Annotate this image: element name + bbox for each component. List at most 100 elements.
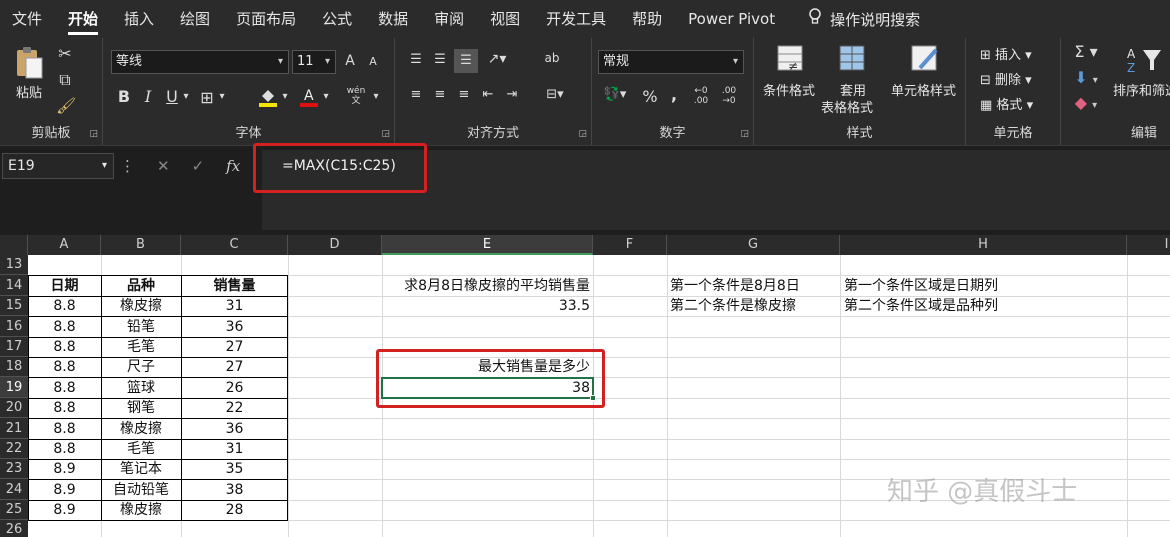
table-cell[interactable]: 8.8: [28, 357, 101, 377]
worksheet-grid[interactable]: A B C D E F G H I 13 14 15 16 17 18 19 2…: [0, 235, 1170, 537]
fill-icon[interactable]: ⬇ ▾: [1071, 68, 1101, 87]
cancel-icon[interactable]: ✕: [157, 157, 170, 175]
align-top-icon[interactable]: ☰: [407, 52, 425, 67]
table-cell[interactable]: 27: [181, 337, 288, 357]
table-cell[interactable]: 8.9: [28, 480, 101, 500]
fill-color-icon[interactable]: [258, 86, 278, 112]
italic-button[interactable]: I: [139, 87, 157, 106]
table-cell[interactable]: 自动铅笔: [101, 480, 181, 500]
table-cell[interactable]: 22: [181, 398, 288, 418]
row-header[interactable]: 20: [0, 398, 28, 418]
row-header[interactable]: 19: [0, 377, 28, 398]
table-cell[interactable]: 8.9: [28, 500, 101, 520]
tab-view[interactable]: 视图: [477, 0, 533, 38]
chevron-down-icon[interactable]: ▾: [371, 91, 381, 102]
format-as-table-icon[interactable]: [838, 44, 868, 74]
row-header[interactable]: 13: [0, 255, 28, 275]
table-cell[interactable]: 8.8: [28, 296, 101, 316]
format-cells-button[interactable]: ▦ 格式 ▾: [980, 94, 1033, 113]
chevron-down-icon[interactable]: ▾: [321, 91, 331, 102]
cell-h14[interactable]: 第一个条件区域是日期列: [844, 276, 998, 296]
table-cell[interactable]: 8.8: [28, 378, 101, 398]
column-header-h[interactable]: H: [840, 235, 1127, 255]
accounting-format-icon[interactable]: 💱▾: [600, 87, 630, 102]
number-format-dropdown[interactable]: 常规 ▾: [598, 50, 744, 74]
name-box[interactable]: E19 ▾: [2, 153, 114, 179]
chevron-down-icon[interactable]: ▾: [217, 91, 227, 102]
format-as-table-line2[interactable]: 表格格式: [821, 97, 873, 116]
column-header-f[interactable]: F: [593, 235, 667, 255]
orientation-icon[interactable]: ↗▾: [485, 51, 509, 67]
column-header-b[interactable]: B: [101, 235, 181, 255]
table-cell[interactable]: 毛笔: [101, 439, 181, 459]
tab-data[interactable]: 数据: [365, 0, 421, 38]
tell-me-search[interactable]: 操作说明搜索: [808, 8, 920, 30]
cell-h15[interactable]: 第二个条件区域是品种列: [844, 296, 998, 316]
paste-button[interactable]: 粘贴: [16, 82, 42, 101]
table-cell[interactable]: 26: [181, 378, 288, 398]
tab-help[interactable]: 帮助: [619, 0, 675, 38]
underline-button[interactable]: U: [163, 87, 181, 106]
tab-review[interactable]: 审阅: [421, 0, 477, 38]
align-middle-icon[interactable]: ☰: [431, 52, 449, 67]
cell-e15[interactable]: 33.5: [382, 296, 593, 316]
table-cell[interactable]: 笔记本: [101, 459, 181, 479]
format-painter-icon[interactable]: 🖌: [56, 96, 76, 115]
table-cell[interactable]: 35: [181, 459, 288, 479]
align-right-icon[interactable]: ≡: [455, 87, 473, 102]
border-icon[interactable]: ⊞: [198, 88, 216, 107]
table-cell[interactable]: 橡皮擦: [101, 296, 181, 316]
chevron-down-icon[interactable]: ▾: [280, 91, 290, 102]
insert-function-icon[interactable]: fx: [226, 157, 240, 175]
percent-style-button[interactable]: %: [642, 87, 658, 106]
tab-file[interactable]: 文件: [0, 0, 55, 38]
more-options-icon[interactable]: ⋮: [120, 157, 135, 175]
font-color-icon[interactable]: A: [299, 86, 319, 112]
font-name-dropdown[interactable]: 等线 ▾: [111, 50, 289, 74]
phonetic-guide-icon[interactable]: wén 文: [345, 86, 367, 106]
table-cell[interactable]: 8.8: [28, 419, 101, 439]
table-header-date[interactable]: 日期: [28, 276, 101, 296]
table-cell[interactable]: 36: [181, 317, 288, 337]
table-cell[interactable]: 铅笔: [101, 317, 181, 337]
chevron-down-icon[interactable]: ▾: [181, 91, 191, 102]
align-bottom-icon[interactable]: ☰: [454, 49, 478, 73]
dialog-launcher-icon[interactable]: ◲: [381, 129, 390, 139]
cell-g14[interactable]: 第一个条件是8月8日: [670, 276, 800, 296]
column-header-c[interactable]: C: [181, 235, 288, 255]
table-cell[interactable]: 31: [181, 439, 288, 459]
row-header[interactable]: 26: [0, 520, 28, 537]
grow-font-icon[interactable]: A: [341, 53, 359, 69]
sort-filter-icon[interactable]: AZ: [1125, 44, 1165, 78]
clear-icon[interactable]: ◆ ▾: [1071, 93, 1101, 112]
tab-power-pivot[interactable]: Power Pivot: [675, 0, 788, 38]
dialog-launcher-icon[interactable]: ◲: [578, 129, 587, 139]
shrink-font-icon[interactable]: A: [365, 55, 381, 68]
insert-cells-button[interactable]: ⊞ 插入 ▾: [980, 44, 1032, 63]
merge-center-icon[interactable]: ⊟▾: [540, 87, 570, 102]
table-cell[interactable]: 8.8: [28, 317, 101, 337]
cell-e14[interactable]: 求8月8日橡皮擦的平均销售量: [382, 276, 593, 296]
font-size-dropdown[interactable]: 11 ▾: [292, 50, 336, 74]
row-header[interactable]: 24: [0, 479, 28, 500]
increase-indent-icon[interactable]: ⇥: [503, 87, 521, 102]
cut-icon[interactable]: ✂: [56, 44, 74, 63]
tab-formulas[interactable]: 公式: [309, 0, 365, 38]
conditional-formatting-icon[interactable]: ≠: [776, 44, 806, 74]
paste-icon[interactable]: [14, 46, 44, 80]
enter-icon[interactable]: ✓: [192, 157, 205, 175]
table-cell[interactable]: 31: [181, 296, 288, 316]
column-header-g[interactable]: G: [667, 235, 840, 255]
conditional-formatting-button[interactable]: 条件格式: [763, 80, 815, 99]
copy-icon[interactable]: ⧉: [56, 70, 74, 90]
table-cell[interactable]: 橡皮擦: [101, 500, 181, 520]
corner-select-all[interactable]: [0, 235, 28, 255]
bold-button[interactable]: B: [115, 87, 133, 106]
wrap-text-icon[interactable]: ab: [542, 51, 562, 65]
column-header-i[interactable]: I: [1127, 235, 1170, 255]
row-header[interactable]: 14: [0, 275, 28, 296]
row-header[interactable]: 22: [0, 439, 28, 459]
table-cell[interactable]: 8.9: [28, 459, 101, 479]
increase-decimal-icon[interactable]: ←0.00: [690, 86, 712, 106]
table-cell[interactable]: 27: [181, 357, 288, 377]
